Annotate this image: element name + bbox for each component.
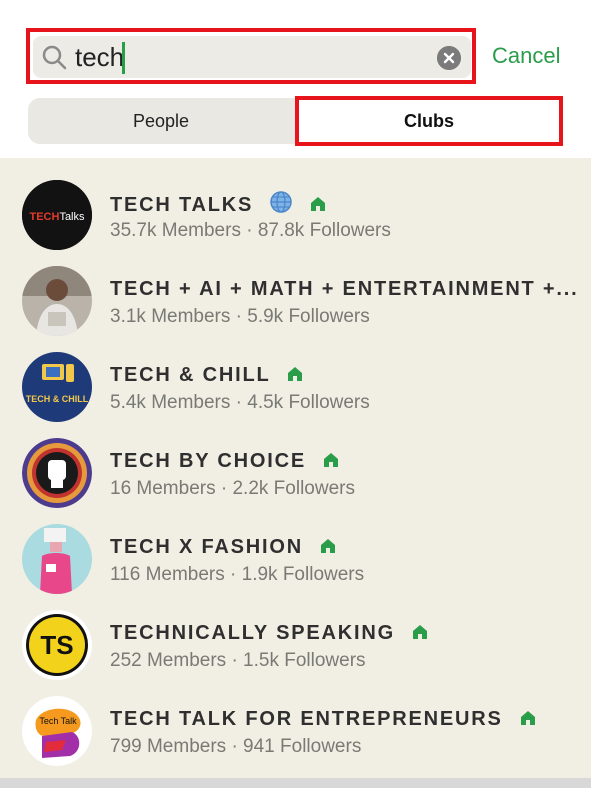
tab-clubs-highlight: Clubs	[295, 96, 563, 146]
page: tech Cancel People Clubs TECHTalks TECH …	[0, 0, 591, 788]
club-title: TECH TALK FOR ENTREPRENEURS	[110, 706, 536, 732]
house-icon	[413, 625, 428, 639]
list-item[interactable]: TECH X FASHION 116 Members · 1.9k Follow…	[0, 516, 591, 602]
house-icon	[288, 367, 303, 381]
globe-icon	[269, 191, 292, 213]
house-icon	[310, 197, 325, 211]
cancel-button[interactable]: Cancel	[492, 42, 560, 70]
tech-talks-logo: TECHTalks	[22, 180, 92, 250]
svg-text:Tech Talk: Tech Talk	[39, 716, 77, 726]
list-item[interactable]: TECH + AI + MATH + ENTERTAINMENT +... 3.…	[0, 258, 591, 344]
club-title: TECH BY CHOICE	[110, 448, 339, 474]
tab-clubs[interactable]: Clubs	[299, 100, 559, 142]
fist-logo	[22, 438, 92, 508]
svg-text:TECHTalks: TECHTalks	[29, 211, 85, 223]
club-title: TECHNICALLY SPEAKING	[110, 620, 428, 646]
search-query: tech	[75, 42, 125, 72]
house-icon	[521, 711, 536, 725]
list-item[interactable]: TECHTalks TECH TALKS 35.7k Members · 87.…	[0, 172, 591, 258]
club-avatar[interactable]	[22, 438, 92, 508]
ts-logo: TS	[22, 610, 92, 680]
house-icon	[321, 539, 336, 553]
tech-chill-logo: TECH & CHILL	[22, 352, 92, 422]
club-title: TECH & CHILL	[110, 362, 303, 388]
club-stats: 5.4k Members · 4.5k Followers	[110, 392, 370, 413]
tab-people[interactable]: People	[28, 98, 294, 144]
club-title: TECH + AI + MATH + ENTERTAINMENT +...	[110, 278, 579, 300]
bottom-edge	[0, 778, 591, 788]
svg-text:TECH & CHILL: TECH & CHILL	[26, 394, 89, 404]
club-stats: 16 Members · 2.2k Followers	[110, 478, 355, 499]
club-avatar[interactable]: TS	[22, 610, 92, 680]
club-stats: 3.1k Members · 5.9k Followers	[110, 306, 370, 327]
club-avatar[interactable]	[22, 266, 92, 336]
club-title: TECH TALKS	[110, 190, 326, 218]
list-item[interactable]: TECH BY CHOICE 16 Members · 2.2k Followe…	[0, 430, 591, 516]
club-stats: 799 Members · 941 Followers	[110, 736, 362, 757]
search-input[interactable]: tech	[33, 36, 471, 78]
club-stats: 252 Members · 1.5k Followers	[110, 650, 366, 671]
search-icon	[42, 45, 67, 70]
club-title: TECH X FASHION	[110, 534, 336, 560]
club-avatar[interactable]: Tech Talk	[22, 696, 92, 766]
clear-icon[interactable]	[437, 46, 461, 70]
house-icon	[324, 453, 339, 467]
person-photo	[22, 266, 92, 336]
tech-talk-logo: Tech Talk	[22, 696, 92, 766]
text-caret	[122, 42, 125, 74]
list-item[interactable]: TECH & CHILL TECH & CHILL 5.4k Members ·…	[0, 344, 591, 430]
list-item[interactable]: TS TECHNICALLY SPEAKING 252 Members · 1.…	[0, 602, 591, 688]
svg-text:TS: TS	[40, 630, 73, 660]
club-avatar[interactable]	[22, 524, 92, 594]
search-header: tech Cancel People Clubs	[0, 0, 591, 158]
club-stats: 116 Members · 1.9k Followers	[110, 564, 365, 585]
list-item[interactable]: Tech Talk TECH TALK FOR ENTREPRENEURS 79…	[0, 688, 591, 774]
club-avatar[interactable]: TECH & CHILL	[22, 352, 92, 422]
fashion-photo	[22, 524, 92, 594]
club-avatar[interactable]: TECHTalks	[22, 180, 92, 250]
club-stats: 35.7k Members · 87.8k Followers	[110, 220, 391, 241]
